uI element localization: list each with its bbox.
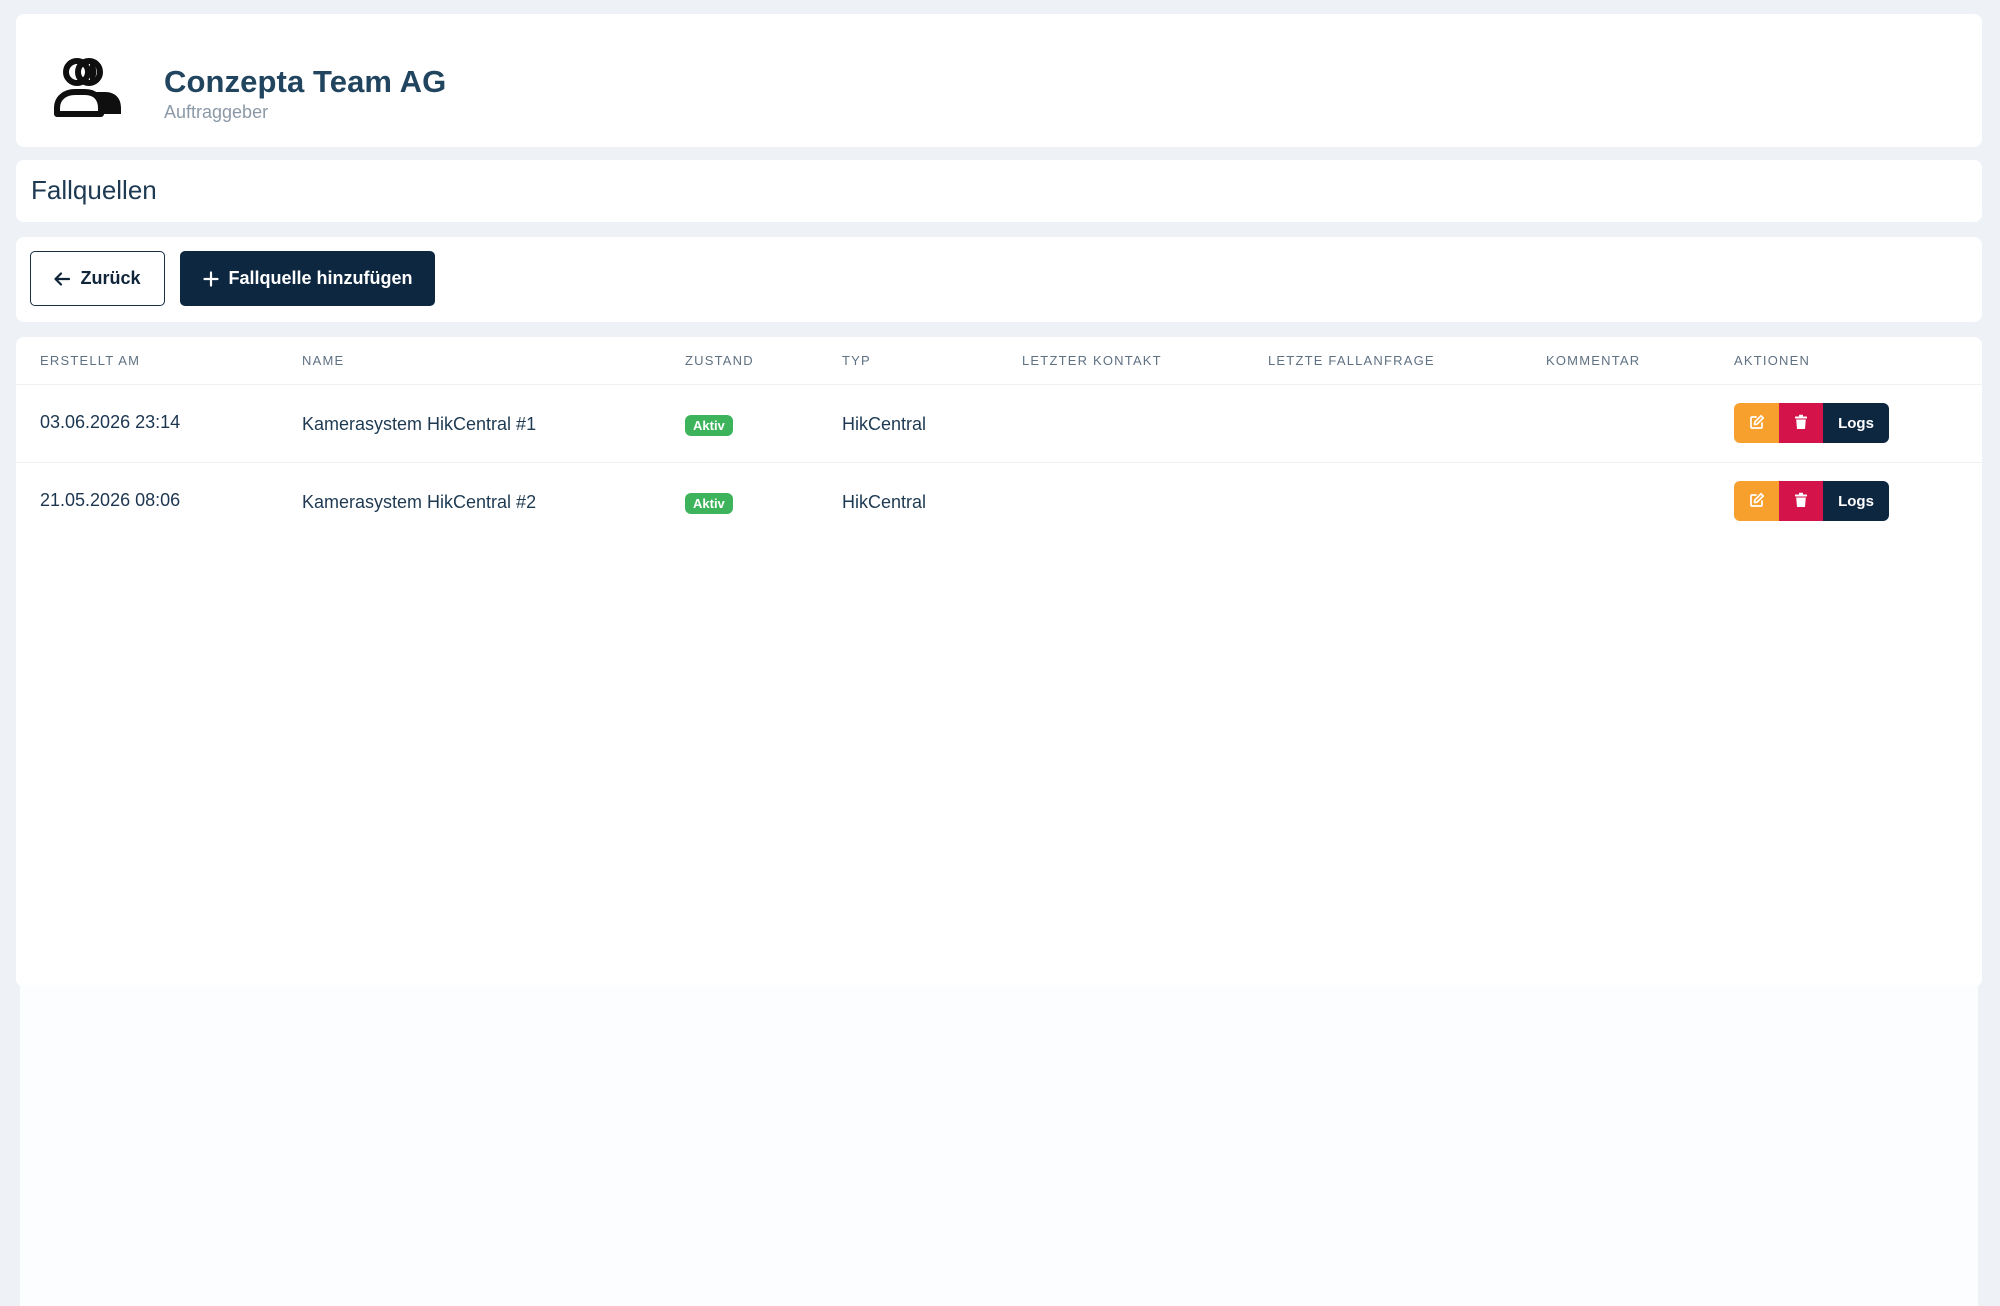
cell-created: 21.05.2026 08:06	[40, 490, 181, 510]
logs-button[interactable]: Logs	[1823, 481, 1889, 521]
column-header-name[interactable]: NAME	[302, 353, 344, 368]
status-badge: Aktiv	[685, 493, 733, 514]
table-row[interactable]: 21.05.2026 08:06 Kamerasystem HikCentral…	[16, 463, 1982, 541]
column-header-comment[interactable]: KOMMENTAR	[1546, 353, 1640, 368]
trash-icon	[1794, 414, 1808, 433]
logs-button[interactable]: Logs	[1823, 403, 1889, 443]
client-name: Conzepta Team AG	[164, 64, 447, 99]
delete-button[interactable]	[1779, 403, 1823, 443]
status-badge: Aktiv	[685, 415, 733, 436]
back-button[interactable]: Zurück	[30, 251, 165, 306]
cell-type: HikCentral	[842, 492, 927, 512]
toolbar: Zurück Fallquelle hinzufügen	[16, 237, 1982, 322]
row-actions: Logs	[1734, 403, 1889, 443]
edit-button[interactable]	[1734, 403, 1779, 443]
sources-table: ERSTELLT AM NAME ZUSTAND TYP LETZTER KON…	[16, 337, 1982, 987]
row-actions: Logs	[1734, 481, 1889, 521]
column-header-last-contact[interactable]: LETZTER KONTAKT	[1022, 353, 1162, 368]
cell-name: Kamerasystem HikCentral #2	[302, 492, 537, 512]
edit-icon	[1749, 414, 1765, 433]
column-header-type[interactable]: TYP	[842, 353, 871, 368]
arrow-left-icon	[54, 271, 71, 286]
page-title: Fallquellen	[31, 175, 157, 205]
client-header: Conzepta Team AG Auftraggeber	[16, 14, 1982, 147]
column-header-actions: AKTIONEN	[1734, 353, 1811, 368]
cell-name: Kamerasystem HikCentral #1	[302, 414, 537, 434]
trash-icon	[1794, 492, 1808, 511]
delete-button[interactable]	[1779, 481, 1823, 521]
client-role: Auftraggeber	[164, 102, 269, 122]
content-panel	[20, 985, 1978, 1306]
table-row[interactable]: 03.06.2026 23:14 Kamerasystem HikCentral…	[16, 385, 1982, 463]
add-source-button-label: Fallquelle hinzufügen	[228, 268, 413, 288]
edit-button[interactable]	[1734, 481, 1779, 521]
cell-created: 03.06.2026 23:14	[40, 412, 181, 432]
plus-icon	[202, 270, 219, 287]
column-header-last-request[interactable]: LETZTE FALLANFRAGE	[1268, 353, 1435, 368]
column-header-created[interactable]: ERSTELLT AM	[40, 353, 140, 368]
back-button-label: Zurück	[80, 268, 141, 288]
edit-icon	[1749, 492, 1765, 511]
users-icon	[49, 56, 133, 120]
add-source-button[interactable]: Fallquelle hinzufügen	[180, 251, 435, 306]
column-header-status[interactable]: ZUSTAND	[685, 353, 754, 368]
page-title-bar: Fallquellen	[16, 160, 1982, 222]
cell-type: HikCentral	[842, 414, 927, 434]
